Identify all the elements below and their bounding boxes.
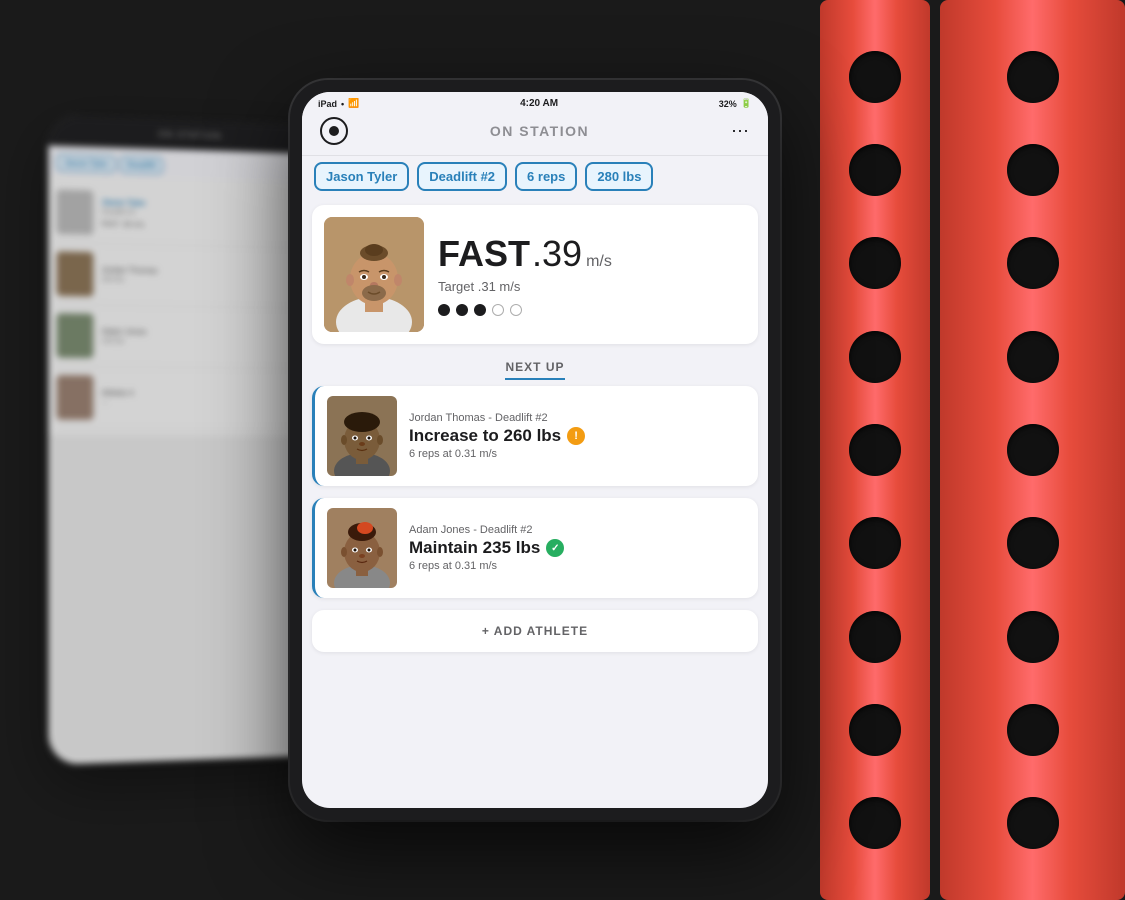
next-athlete-card-jordan[interactable]: Jordan Thomas - Deadlift #2 Increase to … <box>312 386 758 486</box>
rack-hole <box>1007 704 1059 756</box>
dot-4 <box>492 304 504 316</box>
athlete-info-bar: Jason Tyler Deadlift #2 6 reps 280 lbs <box>302 156 768 197</box>
dot-2 <box>456 304 468 316</box>
tablet-screen: iPad • 📶 4:20 AM 32% 🔋 ON STATION ⋯ Jaso… <box>302 92 768 808</box>
rack-hole <box>1007 237 1059 289</box>
rack-hole <box>849 424 901 476</box>
wifi-icon: • <box>341 99 344 109</box>
rack-hole <box>849 797 901 849</box>
reps-tag[interactable]: 6 reps <box>515 162 577 191</box>
jordan-name: Jordan Thomas - Deadlift #2 <box>409 412 746 424</box>
adam-photo <box>327 508 397 588</box>
background-tablet: ON STATION Jason Tyler Deadlift Jason Ty… <box>48 115 327 765</box>
device-label: iPad <box>318 99 337 109</box>
rack-hole <box>1007 611 1059 663</box>
app-logo <box>320 117 348 145</box>
battery-icon: 🔋 <box>741 98 752 109</box>
app-title: ON STATION <box>490 123 589 139</box>
target-velocity: Target .31 m/s <box>438 279 746 294</box>
adam-detail: 6 reps at 0.31 m/s <box>409 560 746 572</box>
current-athlete-card: FAST .39 m/s Target .31 m/s <box>312 205 758 344</box>
rack-hole <box>1007 144 1059 196</box>
rack-hole <box>1007 424 1059 476</box>
velocity-info: FAST .39 m/s Target .31 m/s <box>438 233 746 316</box>
rack-bar-left <box>820 0 930 900</box>
adam-name: Adam Jones - Deadlift #2 <box>409 524 746 536</box>
velocity-value: .39 <box>532 233 582 275</box>
next-up-header: NEXT UP <box>302 352 768 380</box>
jordan-photo <box>327 396 397 476</box>
current-athlete-photo <box>324 217 424 332</box>
success-badge: ✓ <box>546 539 564 557</box>
app-logo-inner <box>329 126 339 136</box>
rack-bar-right <box>940 0 1125 900</box>
velocity-display: FAST .39 m/s <box>438 233 746 275</box>
rack-hole <box>1007 331 1059 383</box>
wifi-label: 📶 <box>348 98 359 109</box>
add-athlete-button[interactable]: + ADD ATHLETE <box>326 624 744 638</box>
exercise-tag[interactable]: Deadlift #2 <box>417 162 507 191</box>
jordan-info: Jordan Thomas - Deadlift #2 Increase to … <box>409 412 746 460</box>
adam-action-text: Maintain 235 lbs <box>409 538 540 558</box>
rack-hole <box>849 704 901 756</box>
status-bar: iPad • 📶 4:20 AM 32% 🔋 <box>302 92 768 111</box>
adam-action: Maintain 235 lbs ✓ <box>409 538 746 558</box>
next-athlete-card-adam[interactable]: Adam Jones - Deadlift #2 Maintain 235 lb… <box>312 498 758 598</box>
warning-badge: ! <box>567 427 585 445</box>
time-display: 4:20 AM <box>520 98 558 109</box>
battery-label: 32% <box>719 99 737 109</box>
rack-hole <box>849 331 901 383</box>
velocity-unit: m/s <box>586 253 612 271</box>
rack-hole <box>849 51 901 103</box>
app-header: ON STATION ⋯ <box>302 111 768 156</box>
dot-3 <box>474 304 486 316</box>
rack-hole <box>849 517 901 569</box>
velocity-label: FAST <box>438 236 530 272</box>
dot-5 <box>510 304 522 316</box>
rack-hole <box>849 237 901 289</box>
rack-hole <box>849 611 901 663</box>
jordan-action-text: Increase to 260 lbs <box>409 426 561 446</box>
app-menu-button[interactable]: ⋯ <box>731 121 750 142</box>
jordan-action: Increase to 260 lbs ! <box>409 426 746 446</box>
athlete-name-tag[interactable]: Jason Tyler <box>314 162 409 191</box>
dot-1 <box>438 304 450 316</box>
rack-hole <box>849 144 901 196</box>
rack-hole <box>1007 797 1059 849</box>
status-left: iPad • 📶 <box>318 98 359 109</box>
main-tablet: iPad • 📶 4:20 AM 32% 🔋 ON STATION ⋯ Jaso… <box>290 80 780 820</box>
weight-tag[interactable]: 280 lbs <box>585 162 653 191</box>
rack-hole <box>1007 517 1059 569</box>
rack-hole <box>1007 51 1059 103</box>
adam-info: Adam Jones - Deadlift #2 Maintain 235 lb… <box>409 524 746 572</box>
progress-dots <box>438 304 746 316</box>
status-right: 32% 🔋 <box>719 98 752 109</box>
jordan-detail: 6 reps at 0.31 m/s <box>409 448 746 460</box>
add-athlete-section[interactable]: + ADD ATHLETE <box>312 610 758 652</box>
